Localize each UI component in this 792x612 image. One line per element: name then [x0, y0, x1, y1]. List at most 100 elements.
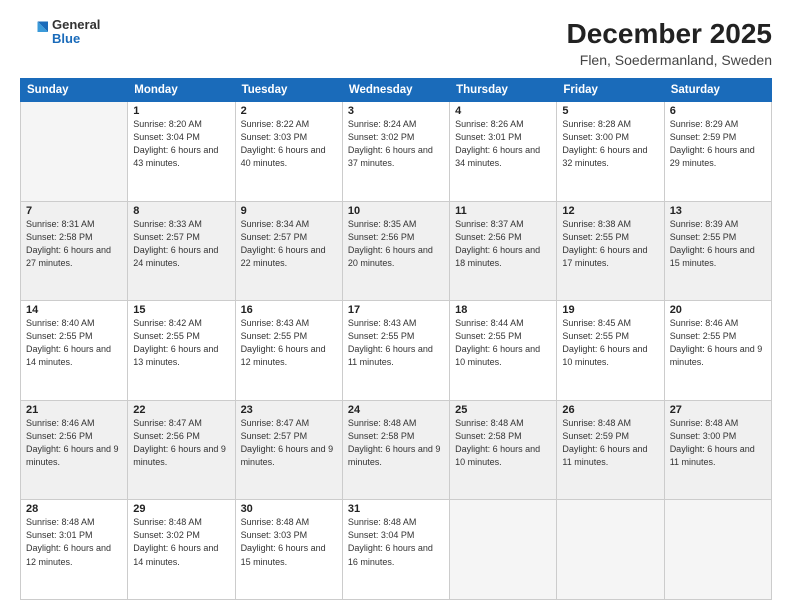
calendar-table: Sunday Monday Tuesday Wednesday Thursday… [20, 78, 772, 600]
col-wednesday: Wednesday [342, 79, 449, 102]
day-info: Sunrise: 8:40 AMSunset: 2:55 PMDaylight:… [26, 317, 122, 369]
page: General Blue December 2025 Flen, Soederm… [0, 0, 792, 612]
header: General Blue December 2025 Flen, Soederm… [20, 18, 772, 68]
logo-line1: General [52, 18, 100, 32]
logo-icon [20, 18, 48, 46]
day-info: Sunrise: 8:48 AMSunset: 3:02 PMDaylight:… [133, 516, 229, 568]
day-number: 10 [348, 205, 444, 217]
day-number: 20 [670, 304, 766, 316]
table-row: 27Sunrise: 8:48 AMSunset: 3:00 PMDayligh… [664, 400, 771, 500]
col-friday: Friday [557, 79, 664, 102]
table-row: 15Sunrise: 8:42 AMSunset: 2:55 PMDayligh… [128, 301, 235, 401]
calendar-week-row: 7Sunrise: 8:31 AMSunset: 2:58 PMDaylight… [21, 201, 772, 301]
subtitle: Flen, Soedermanland, Sweden [567, 52, 772, 68]
logo: General Blue [20, 18, 100, 47]
table-row: 28Sunrise: 8:48 AMSunset: 3:01 PMDayligh… [21, 500, 128, 600]
day-number: 17 [348, 304, 444, 316]
col-thursday: Thursday [450, 79, 557, 102]
day-number: 2 [241, 105, 337, 117]
day-number: 27 [670, 404, 766, 416]
table-row: 11Sunrise: 8:37 AMSunset: 2:56 PMDayligh… [450, 201, 557, 301]
day-info: Sunrise: 8:39 AMSunset: 2:55 PMDaylight:… [670, 218, 766, 270]
table-row: 22Sunrise: 8:47 AMSunset: 2:56 PMDayligh… [128, 400, 235, 500]
table-row: 17Sunrise: 8:43 AMSunset: 2:55 PMDayligh… [342, 301, 449, 401]
table-row: 18Sunrise: 8:44 AMSunset: 2:55 PMDayligh… [450, 301, 557, 401]
table-row: 12Sunrise: 8:38 AMSunset: 2:55 PMDayligh… [557, 201, 664, 301]
day-number: 13 [670, 205, 766, 217]
day-number: 23 [241, 404, 337, 416]
table-row [557, 500, 664, 600]
col-sunday: Sunday [21, 79, 128, 102]
day-info: Sunrise: 8:45 AMSunset: 2:55 PMDaylight:… [562, 317, 658, 369]
day-info: Sunrise: 8:22 AMSunset: 3:03 PMDaylight:… [241, 118, 337, 170]
table-row [450, 500, 557, 600]
day-number: 5 [562, 105, 658, 117]
table-row: 16Sunrise: 8:43 AMSunset: 2:55 PMDayligh… [235, 301, 342, 401]
day-info: Sunrise: 8:46 AMSunset: 2:56 PMDaylight:… [26, 417, 122, 469]
calendar-week-row: 14Sunrise: 8:40 AMSunset: 2:55 PMDayligh… [21, 301, 772, 401]
day-info: Sunrise: 8:33 AMSunset: 2:57 PMDaylight:… [133, 218, 229, 270]
day-number: 28 [26, 503, 122, 515]
table-row: 20Sunrise: 8:46 AMSunset: 2:55 PMDayligh… [664, 301, 771, 401]
table-row [664, 500, 771, 600]
day-number: 22 [133, 404, 229, 416]
table-row: 19Sunrise: 8:45 AMSunset: 2:55 PMDayligh… [557, 301, 664, 401]
day-number: 11 [455, 205, 551, 217]
day-info: Sunrise: 8:28 AMSunset: 3:00 PMDaylight:… [562, 118, 658, 170]
table-row: 13Sunrise: 8:39 AMSunset: 2:55 PMDayligh… [664, 201, 771, 301]
day-info: Sunrise: 8:37 AMSunset: 2:56 PMDaylight:… [455, 218, 551, 270]
day-info: Sunrise: 8:26 AMSunset: 3:01 PMDaylight:… [455, 118, 551, 170]
day-number: 21 [26, 404, 122, 416]
day-info: Sunrise: 8:48 AMSunset: 3:03 PMDaylight:… [241, 516, 337, 568]
day-info: Sunrise: 8:31 AMSunset: 2:58 PMDaylight:… [26, 218, 122, 270]
day-info: Sunrise: 8:43 AMSunset: 2:55 PMDaylight:… [241, 317, 337, 369]
table-row: 2Sunrise: 8:22 AMSunset: 3:03 PMDaylight… [235, 102, 342, 202]
col-monday: Monday [128, 79, 235, 102]
day-number: 25 [455, 404, 551, 416]
day-number: 16 [241, 304, 337, 316]
day-info: Sunrise: 8:48 AMSunset: 3:04 PMDaylight:… [348, 516, 444, 568]
logo-text: General Blue [52, 18, 100, 47]
table-row: 6Sunrise: 8:29 AMSunset: 2:59 PMDaylight… [664, 102, 771, 202]
day-number: 18 [455, 304, 551, 316]
day-number: 1 [133, 105, 229, 117]
calendar-week-row: 1Sunrise: 8:20 AMSunset: 3:04 PMDaylight… [21, 102, 772, 202]
table-row: 25Sunrise: 8:48 AMSunset: 2:58 PMDayligh… [450, 400, 557, 500]
table-row: 3Sunrise: 8:24 AMSunset: 3:02 PMDaylight… [342, 102, 449, 202]
col-saturday: Saturday [664, 79, 771, 102]
table-row: 26Sunrise: 8:48 AMSunset: 2:59 PMDayligh… [557, 400, 664, 500]
day-info: Sunrise: 8:20 AMSunset: 3:04 PMDaylight:… [133, 118, 229, 170]
table-row: 30Sunrise: 8:48 AMSunset: 3:03 PMDayligh… [235, 500, 342, 600]
day-info: Sunrise: 8:48 AMSunset: 3:00 PMDaylight:… [670, 417, 766, 469]
day-number: 15 [133, 304, 229, 316]
day-number: 8 [133, 205, 229, 217]
table-row [21, 102, 128, 202]
table-row: 29Sunrise: 8:48 AMSunset: 3:02 PMDayligh… [128, 500, 235, 600]
table-row: 24Sunrise: 8:48 AMSunset: 2:58 PMDayligh… [342, 400, 449, 500]
day-info: Sunrise: 8:48 AMSunset: 3:01 PMDaylight:… [26, 516, 122, 568]
day-info: Sunrise: 8:35 AMSunset: 2:56 PMDaylight:… [348, 218, 444, 270]
day-number: 7 [26, 205, 122, 217]
day-info: Sunrise: 8:47 AMSunset: 2:57 PMDaylight:… [241, 417, 337, 469]
day-number: 31 [348, 503, 444, 515]
table-row: 1Sunrise: 8:20 AMSunset: 3:04 PMDaylight… [128, 102, 235, 202]
day-info: Sunrise: 8:42 AMSunset: 2:55 PMDaylight:… [133, 317, 229, 369]
logo-line2: Blue [52, 32, 100, 46]
day-info: Sunrise: 8:29 AMSunset: 2:59 PMDaylight:… [670, 118, 766, 170]
table-row: 23Sunrise: 8:47 AMSunset: 2:57 PMDayligh… [235, 400, 342, 500]
table-row: 31Sunrise: 8:48 AMSunset: 3:04 PMDayligh… [342, 500, 449, 600]
table-row: 4Sunrise: 8:26 AMSunset: 3:01 PMDaylight… [450, 102, 557, 202]
main-title: December 2025 [567, 18, 772, 50]
table-row: 8Sunrise: 8:33 AMSunset: 2:57 PMDaylight… [128, 201, 235, 301]
day-number: 24 [348, 404, 444, 416]
day-info: Sunrise: 8:47 AMSunset: 2:56 PMDaylight:… [133, 417, 229, 469]
day-number: 6 [670, 105, 766, 117]
table-row: 21Sunrise: 8:46 AMSunset: 2:56 PMDayligh… [21, 400, 128, 500]
table-row: 9Sunrise: 8:34 AMSunset: 2:57 PMDaylight… [235, 201, 342, 301]
day-info: Sunrise: 8:48 AMSunset: 2:59 PMDaylight:… [562, 417, 658, 469]
day-number: 12 [562, 205, 658, 217]
title-block: December 2025 Flen, Soedermanland, Swede… [567, 18, 772, 68]
day-info: Sunrise: 8:48 AMSunset: 2:58 PMDaylight:… [455, 417, 551, 469]
calendar-week-row: 21Sunrise: 8:46 AMSunset: 2:56 PMDayligh… [21, 400, 772, 500]
day-number: 9 [241, 205, 337, 217]
